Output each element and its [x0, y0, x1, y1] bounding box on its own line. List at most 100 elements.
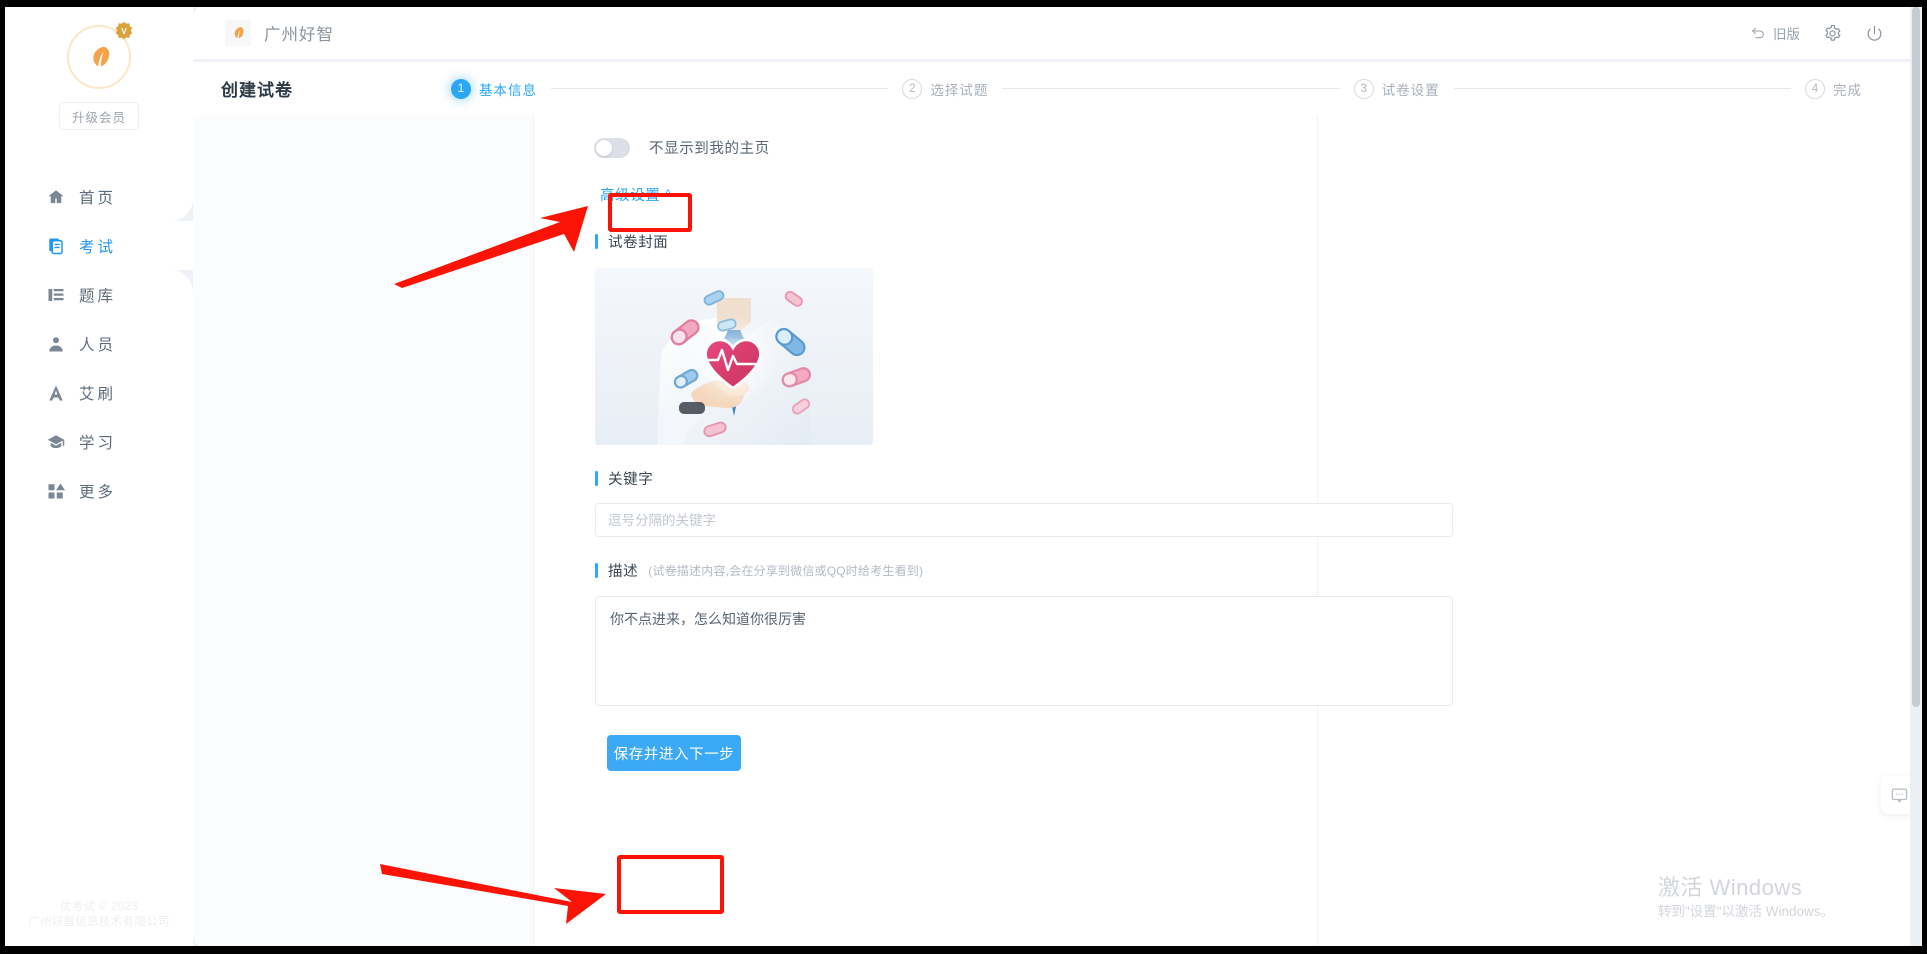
letter-a-icon — [47, 384, 65, 402]
sidebar-item-label: 首页 — [79, 189, 117, 207]
cover-section-header: 试卷封面 — [595, 231, 1317, 252]
chat-bubble-icon — [1891, 788, 1907, 803]
leaf-avatar-icon — [93, 46, 110, 67]
sidebar-item-question-bank[interactable]: 题库 — [5, 270, 193, 319]
step-label: 完成 — [1832, 82, 1862, 98]
window-frame-left — [0, 0, 5, 954]
step-paper-settings[interactable]: 3 试卷设置 — [1353, 78, 1440, 99]
hide-from-homepage-row: 不显示到我的主页 — [594, 137, 1317, 158]
avatar[interactable]: V — [67, 21, 133, 89]
hide-from-homepage-label: 不显示到我的主页 — [649, 141, 770, 157]
keywords-input[interactable] — [595, 503, 1453, 537]
sidebar-item-label: 学习 — [79, 434, 117, 452]
step-connector — [1002, 88, 1340, 89]
scrollbar-thumb[interactable] — [1912, 7, 1920, 707]
window-frame-bottom — [0, 946, 1927, 954]
keywords-section-title: 关键字 — [608, 472, 654, 488]
step-wizard: 1 基本信息 2 选择试题 3 试卷设置 4 完成 — [451, 78, 1862, 99]
gear-icon — [1824, 24, 1841, 41]
toggle-knob — [596, 139, 612, 156]
advanced-settings-label: 高级设置 — [600, 188, 661, 204]
watermark-subtitle: 转到"设置"以激活 Windows。 — [1657, 904, 1834, 919]
sidebar-item-label: 考试 — [79, 238, 117, 256]
step-connector — [551, 88, 889, 89]
legacy-version-label: 旧版 — [1773, 27, 1800, 42]
exam-document-icon — [47, 237, 65, 255]
sidebar-item-exam[interactable]: 考试 — [5, 199, 193, 292]
page-scrollbar[interactable] — [1910, 7, 1922, 946]
power-icon — [1867, 25, 1881, 41]
chevron-up-icon: ^ — [665, 187, 672, 200]
window-frame-right — [1922, 0, 1927, 954]
home-icon — [47, 188, 65, 206]
step-finish[interactable]: 4 完成 — [1804, 78, 1862, 99]
description-textarea[interactable] — [595, 596, 1453, 706]
graduation-cap-icon — [47, 433, 65, 451]
vip-crown-icon: V — [115, 21, 133, 40]
nav-curve-top — [171, 199, 193, 221]
section-accent-bar — [595, 471, 598, 486]
step-label: 试卷设置 — [1381, 82, 1440, 98]
sidebar: V 升级会员 首页 考试 题库 人员 艾刷 学习 更多 优考试 © 2023 广… — [5, 7, 193, 946]
watermark-title: 激活 Windows — [1657, 875, 1803, 900]
upgrade-membership-button[interactable]: 升级会员 — [59, 102, 139, 130]
sidebar-item-label: 题库 — [79, 287, 117, 305]
sidebar-footer: 优考试 © 2023 广州好智信息技术有限公司 — [5, 900, 193, 946]
sidebar-item-more[interactable]: 更多 — [5, 466, 193, 515]
app-root: V 升级会员 首页 考试 题库 人员 艾刷 学习 更多 优考试 © 2023 广… — [0, 0, 1927, 954]
sidebar-nav: 首页 考试 题库 人员 艾刷 学习 更多 — [5, 172, 193, 515]
cover-image[interactable] — [595, 268, 873, 445]
windows-activation-watermark: 激活 Windows 转到"设置"以激活 Windows。 — [1658, 874, 1834, 922]
keywords-section-header: 关键字 — [595, 468, 1317, 489]
top-bar: 广州好智 旧版 — [193, 7, 1922, 59]
content-area: 不显示到我的主页 高级设置 ^ 试卷封面 关键字 逗号分隔的关键字 描述 (试卷… — [193, 115, 1922, 946]
page-header: 创建试卷 1 基本信息 2 选择试题 3 试卷设置 4 完成 — [193, 62, 1922, 115]
step-label: 基本信息 — [479, 82, 537, 98]
advanced-settings-button[interactable]: 高级设置 ^ — [595, 181, 676, 208]
sidebar-footer-company: 广州好智信息技术有限公司 — [28, 916, 170, 928]
sidebar-item-learning[interactable]: 学习 — [5, 417, 193, 466]
question-bank-icon — [47, 286, 65, 304]
sidebar-item-label: 人员 — [79, 336, 117, 354]
sidebar-item-ai-practice[interactable]: 艾刷 — [5, 368, 193, 417]
step-basic-info[interactable]: 1 基本信息 — [451, 78, 537, 99]
user-icon — [47, 335, 65, 353]
description-section-title: 描述 — [608, 564, 639, 580]
logout-button[interactable] — [1864, 23, 1884, 43]
settings-button[interactable] — [1822, 23, 1842, 43]
create-paper-form: 不显示到我的主页 高级设置 ^ 试卷封面 关键字 逗号分隔的关键字 描述 (试卷… — [534, 115, 1453, 946]
left-blank-pane — [193, 115, 534, 946]
page-title: 创建试卷 — [221, 81, 293, 100]
svg-text:V: V — [121, 27, 127, 36]
top-bar-actions: 旧版 — [1750, 23, 1884, 43]
legacy-version-button[interactable]: 旧版 — [1750, 23, 1800, 43]
section-accent-bar — [595, 234, 598, 249]
sidebar-item-home[interactable]: 首页 — [5, 172, 193, 221]
description-section-header: 描述 (试卷描述内容,会在分享到微信或QQ时给考生看到) — [595, 560, 1317, 581]
step-label: 选择试题 — [930, 82, 989, 98]
step-number: 1 — [451, 78, 471, 99]
sidebar-item-label: 更多 — [79, 483, 117, 501]
brand[interactable]: 广州好智 — [225, 20, 334, 46]
sidebar-footer-copyright: 优考试 © 2023 — [60, 901, 138, 913]
cover-image-graphic — [595, 268, 873, 445]
step-number: 4 — [1804, 78, 1825, 99]
sidebar-item-label: 艾刷 — [79, 385, 117, 403]
hide-from-homepage-toggle[interactable] — [594, 137, 630, 158]
undo-arrow-icon — [1752, 27, 1764, 39]
leaf-logo-icon — [225, 20, 251, 46]
step-select-questions[interactable]: 2 选择试题 — [902, 78, 989, 99]
description-section-hint: (试卷描述内容,会在分享到微信或QQ时给考生看到) — [648, 564, 924, 578]
brand-name: 广州好智 — [264, 26, 334, 44]
grid-more-icon — [47, 482, 65, 500]
step-number: 3 — [1353, 78, 1374, 99]
save-and-next-button[interactable]: 保存并进入下一步 — [607, 735, 741, 771]
step-number: 2 — [902, 78, 923, 99]
window-frame-top — [0, 0, 1927, 7]
step-connector — [1453, 88, 1791, 89]
sidebar-item-people[interactable]: 人员 — [5, 319, 193, 368]
upgrade-membership-label: 升级会员 — [71, 110, 126, 125]
section-accent-bar — [595, 563, 598, 578]
save-button-wrapper: 保存并进入下一步 — [607, 735, 1317, 771]
cover-section-title: 试卷封面 — [608, 235, 669, 251]
